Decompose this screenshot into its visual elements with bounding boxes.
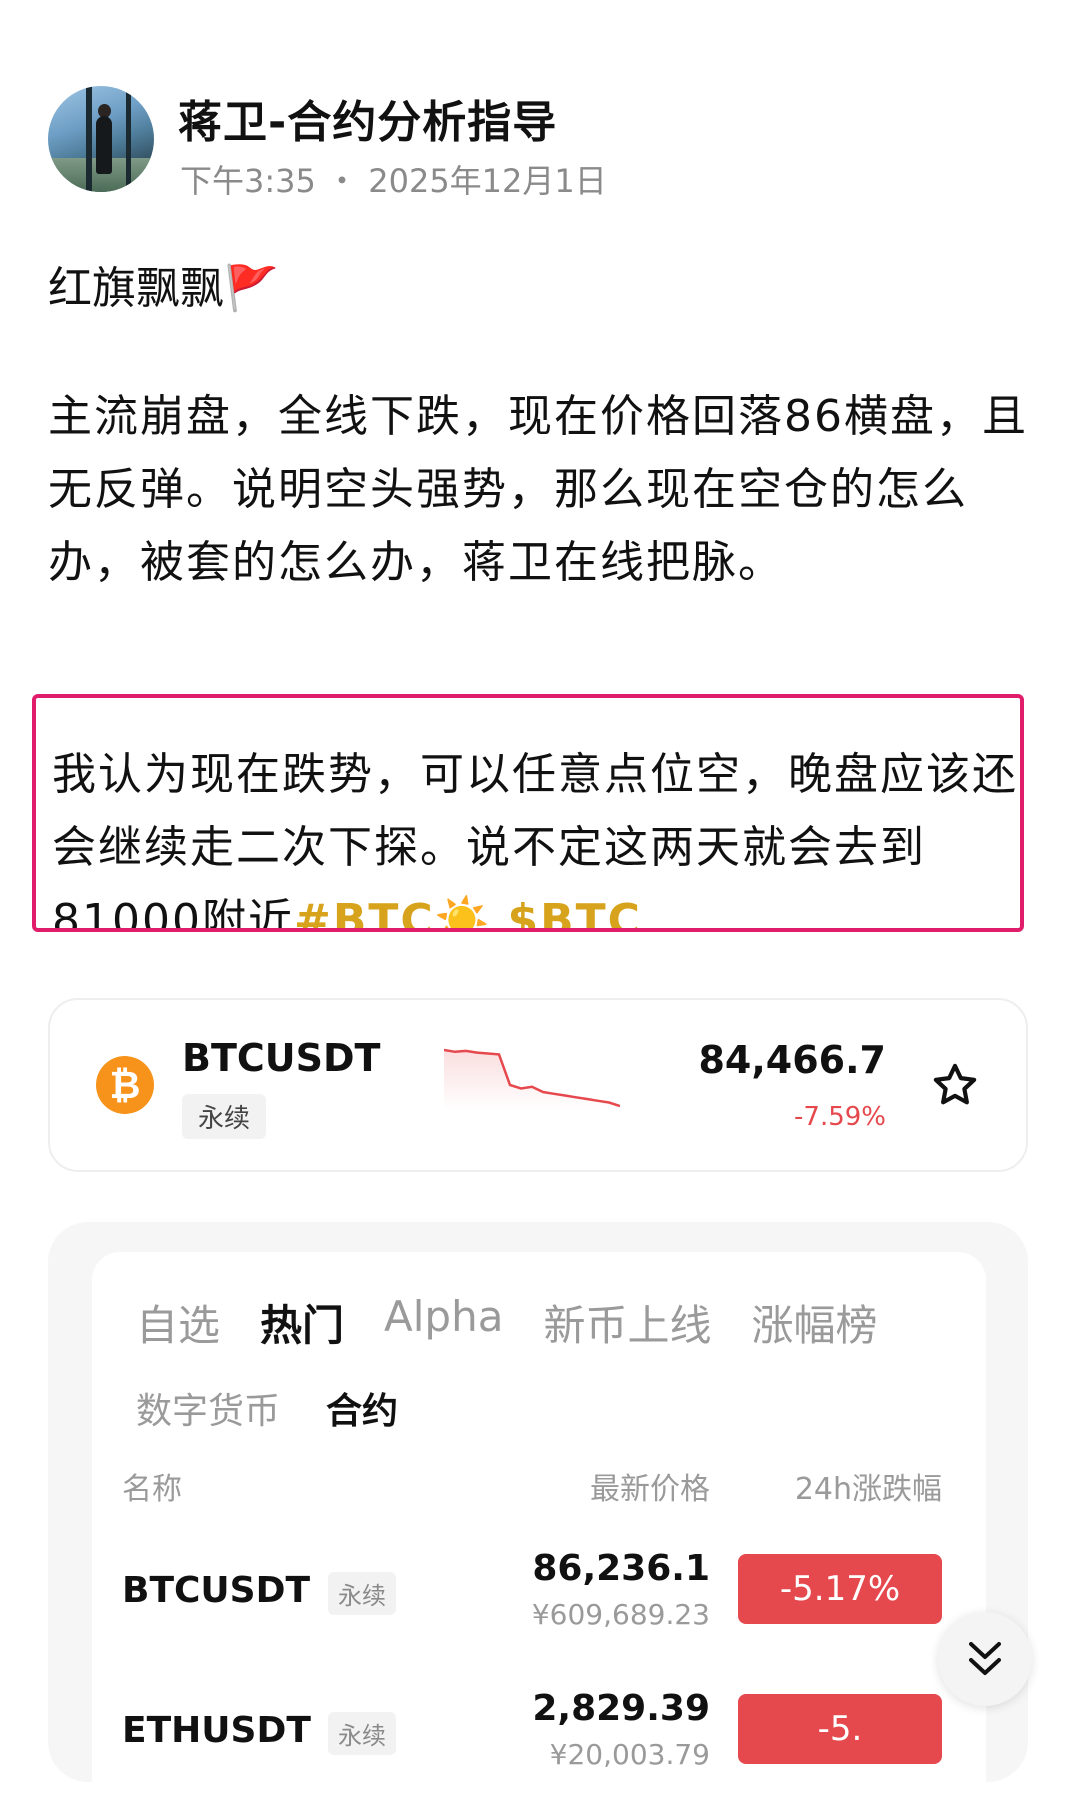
post-date: 2025年12月1日: [368, 162, 607, 200]
post-timestamp: 下午3:35 ・ 2025年12月1日: [180, 156, 607, 202]
tab-new-listings[interactable]: 新币上线: [543, 1292, 711, 1353]
highlight-box: 我认为现在跌势，可以任意点位空，晚盘应该还会继续走二次下探。说不定这两天就会去到…: [32, 694, 1024, 932]
post-body: 主流崩盘，全线下跌，现在价格回落86横盘，且无反弹。说明空头强势，那么现在空仓的…: [48, 391, 1028, 588]
row-badge: 永续: [328, 1572, 396, 1615]
column-header-change: 24h涨跌幅: [794, 1472, 942, 1507]
column-header-price: 最新价格: [590, 1472, 710, 1507]
post-title-line: 红旗飘飘🚩: [48, 263, 279, 314]
market-subtabs: 数字货币 合约: [136, 1382, 398, 1434]
subtab-spot[interactable]: 数字货币: [136, 1382, 280, 1434]
avatar-person-body: [96, 116, 112, 174]
tab-gainers[interactable]: 涨幅榜: [751, 1292, 877, 1353]
favorite-star-icon[interactable]: [930, 1060, 980, 1110]
author-avatar[interactable]: [48, 86, 154, 192]
market-tabs: 自选 热门 Alpha 新币上线 涨幅榜: [136, 1292, 877, 1353]
post-time: 下午3:35: [180, 162, 316, 200]
highlight-text: 我认为现在跌势，可以任意点位空，晚盘应该还会继续走二次下探。说不定这两天就会去到…: [52, 738, 1020, 928]
hashtag-link[interactable]: #BTC☀️: [294, 895, 492, 928]
row-symbol: BTCUSDT: [122, 1570, 311, 1611]
tab-alpha[interactable]: Alpha: [384, 1292, 503, 1353]
ticker-symbol: BTCUSDT: [182, 1036, 381, 1080]
meta-separator: ・: [326, 162, 359, 200]
row-change-badge[interactable]: -5.17%: [738, 1554, 942, 1624]
avatar-window-frame: [86, 86, 92, 192]
ticker-change: -7.59%: [794, 1102, 886, 1132]
scroll-down-button[interactable]: [938, 1612, 1032, 1706]
column-header-name: 名称: [122, 1472, 182, 1507]
tab-watchlist[interactable]: 自选: [136, 1292, 220, 1353]
row-price: 2,829.39: [532, 1688, 710, 1729]
cashtag-link[interactable]: $BTC: [507, 895, 641, 928]
tab-hot[interactable]: 热门: [260, 1292, 344, 1353]
row-badge: 永续: [328, 1712, 396, 1755]
row-change-badge[interactable]: -5.: [738, 1694, 942, 1764]
market-panel: 自选 热门 Alpha 新币上线 涨幅榜 数字货币 合约 名称 最新价格 24h…: [92, 1252, 986, 1812]
row-cny-price: ¥609,689.23: [531, 1598, 710, 1631]
ticker-price: 84,466.7: [698, 1038, 886, 1082]
double-chevron-down-icon: [969, 1642, 1001, 1675]
author-name[interactable]: 蒋卫-合约分析指导: [178, 86, 557, 150]
ticker-badge: 永续: [182, 1094, 267, 1139]
row-price: 86,236.1: [532, 1548, 710, 1589]
subtab-futures[interactable]: 合约: [326, 1382, 398, 1434]
row-symbol: ETHUSDT: [122, 1710, 311, 1751]
avatar-window-frame: [126, 86, 131, 192]
sparkline-chart: [444, 1048, 620, 1110]
ticker-card[interactable]: ₿ BTCUSDT 永续 84,466.7 -7.59%: [48, 998, 1028, 1172]
bitcoin-icon: ₿: [96, 1056, 154, 1114]
